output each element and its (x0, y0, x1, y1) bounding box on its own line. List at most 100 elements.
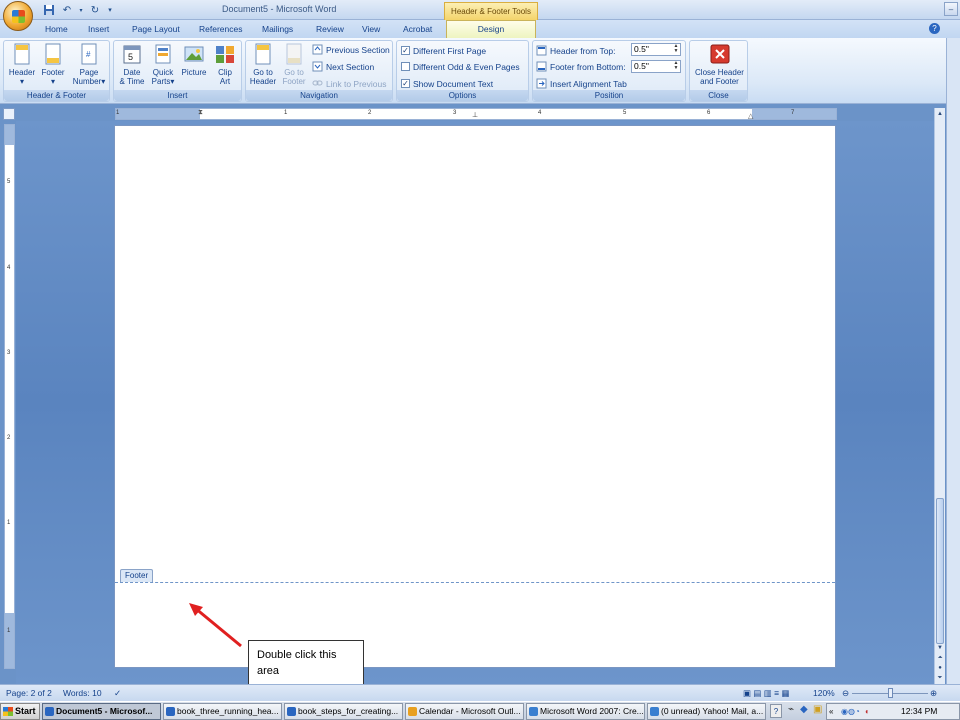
clock[interactable]: 12:34 PM (901, 704, 937, 719)
zoom-out-icon[interactable]: ⊖ (842, 688, 849, 699)
picture-icon (184, 46, 204, 62)
browse-object-icon[interactable]: ● (936, 664, 944, 673)
browser-icon (529, 707, 538, 716)
document-page[interactable]: Footer (114, 125, 836, 668)
quick-parts-button[interactable]: Quick Parts▾ (147, 43, 179, 86)
taskbar-item-document5[interactable]: Document5 - Microsof... (42, 703, 161, 720)
vertical-scrollbar[interactable]: ▲ ▼ ⏶ ● ⏷ (934, 108, 945, 684)
zoom-in-icon[interactable]: ⊕ (930, 688, 937, 699)
group-insert: 5 Date & Time Quick Parts▾ Picture Clip Art… (113, 40, 242, 102)
tab-stop-icon[interactable]: ⊥ (472, 111, 478, 119)
close-header-footer-button[interactable]: Close Header and Footer (692, 43, 747, 86)
system-tray: « ◉◍◔ ◐ 12:34 PM (826, 703, 960, 720)
header-from-top-label: Header from Top: (536, 44, 616, 57)
tab-references[interactable]: References (197, 23, 244, 35)
redo-icon[interactable]: ↻ (88, 3, 102, 17)
ruler-number: 2 (368, 110, 372, 116)
tab-design[interactable]: Design (446, 20, 536, 38)
taskbar-item-calendar[interactable]: Calendar - Microsoft Outl... (405, 703, 524, 720)
different-odd-even-checkbox[interactable]: Different Odd & Even Pages (401, 60, 520, 73)
tab-selector[interactable] (3, 108, 15, 120)
previous-section-button[interactable]: Previous Section (312, 43, 390, 56)
different-first-page-checkbox[interactable]: ✓ Different First Page (401, 44, 486, 57)
go-to-header-button[interactable]: Go to Header (247, 43, 279, 86)
footer-from-bottom-label: Footer from Bottom: (536, 60, 626, 73)
scroll-down-icon[interactable]: ▼ (936, 644, 944, 653)
ruler-number: 5 (623, 110, 627, 116)
tray-icons[interactable]: ◉◍◔ (841, 704, 860, 719)
windows-logo-icon (3, 707, 13, 716)
ruler-number: 2 (7, 435, 11, 441)
tab-page-layout[interactable]: Page Layout (130, 23, 182, 35)
callout-arrow-icon (189, 603, 242, 648)
shield-icon[interactable]: ◆ (800, 704, 808, 715)
office-button[interactable] (3, 1, 33, 31)
taskbar-help-button[interactable]: ? (770, 704, 782, 718)
tab-home[interactable]: Home (43, 23, 70, 35)
header-button[interactable]: Header ▾ (6, 43, 38, 86)
tab-review[interactable]: Review (314, 23, 346, 35)
header-icon (14, 43, 30, 65)
clip-art-button[interactable]: Clip Art (209, 43, 241, 86)
insert-alignment-tab-button[interactable]: Insert Alignment Tab (536, 77, 627, 90)
word-count[interactable]: Words: 10 (63, 688, 102, 698)
customize-qat-icon[interactable]: ▾ (106, 3, 114, 17)
save-icon[interactable] (42, 3, 56, 17)
undo-dropdown-icon[interactable]: ▾ (78, 3, 84, 17)
zoom-level[interactable]: 120% (813, 688, 835, 698)
alert-icon[interactable]: ◐ (865, 704, 870, 719)
lock-icon[interactable]: ▣ (813, 704, 822, 715)
scroll-up-icon[interactable]: ▲ (936, 110, 944, 119)
horizontal-ruler[interactable]: 1 1 2 3 4 5 6 7 ⧗ ⊥ △ (115, 108, 837, 120)
expand-tray-icon[interactable]: « (829, 704, 833, 719)
show-document-text-checkbox[interactable]: ✓ Show Document Text (401, 77, 493, 90)
indent-marker-icon[interactable]: ⧗ (198, 109, 203, 117)
spinner-arrows-icon[interactable]: ▲ ▼ (672, 61, 680, 72)
undo-icon[interactable]: ↶ (60, 3, 74, 17)
next-page-icon[interactable]: ⏷ (936, 674, 944, 683)
taskbar-item-book-steps[interactable]: book_steps_for_creating... (284, 703, 403, 720)
zoom-slider-thumb[interactable] (888, 688, 893, 698)
tab-acrobat[interactable]: Acrobat (401, 23, 434, 35)
taskbar-item-yahoo-mail[interactable]: (0 unread) Yahoo! Mail, a... (647, 703, 766, 720)
network-icon[interactable]: ⌁ (788, 704, 794, 715)
page-number-button[interactable]: # Page Number▾ (70, 43, 108, 86)
view-buttons[interactable]: ▣ ▤ ▥ ≡ ▦ (743, 688, 790, 699)
header-from-top-input[interactable]: 0.5" ▲ ▼ (631, 43, 681, 56)
tab-view[interactable]: View (360, 23, 382, 35)
ruler-number: 4 (538, 110, 542, 116)
go-to-footer-button[interactable]: Go to Footer (278, 43, 310, 86)
dropdown-arrow-icon: ▾ (170, 77, 175, 86)
context-tools-label: Header & Footer Tools (444, 2, 538, 20)
date-time-button[interactable]: 5 Date & Time (116, 43, 148, 86)
previous-section-icon (312, 44, 323, 55)
proofing-icon[interactable]: ✓ (114, 688, 121, 699)
previous-page-icon[interactable]: ⏶ (936, 654, 944, 663)
group-options: ✓ Different First Page Different Odd & E… (396, 40, 529, 102)
minimize-icon[interactable]: – (944, 2, 958, 16)
window-title: Document5 - Microsoft Word (222, 4, 337, 14)
dropdown-arrow-icon: ▾ (101, 77, 106, 86)
vertical-ruler[interactable]: 5 4 3 2 1 1 (4, 124, 15, 669)
start-button[interactable]: Start (0, 703, 40, 720)
word-icon (45, 707, 54, 716)
side-pane-edge (946, 38, 960, 684)
picture-button[interactable]: Picture (178, 43, 210, 77)
footer-button[interactable]: Footer ▾ (37, 43, 69, 86)
tab-mailings[interactable]: Mailings (260, 23, 295, 35)
taskbar-item-book-three[interactable]: book_three_running_hea... (163, 703, 282, 720)
footer-from-bottom-input[interactable]: 0.5" ▲ ▼ (631, 60, 681, 73)
right-indent-icon[interactable]: △ (748, 112, 753, 120)
callout-box: Double click this area (248, 640, 364, 688)
quick-access-toolbar: ↶ ▾ ↻ ▾ (36, 2, 114, 18)
scroll-thumb[interactable] (936, 498, 944, 644)
help-icon[interactable]: ? (929, 23, 940, 34)
group-position: Header from Top: 0.5" ▲ ▼ Footer from Bot… (532, 40, 686, 102)
link-to-previous-button[interactable]: Link to Previous (312, 77, 386, 90)
taskbar-item-word-2007[interactable]: Microsoft Word 2007: Cre... (526, 703, 645, 720)
link-icon (312, 80, 323, 86)
next-section-button[interactable]: Next Section (312, 60, 374, 73)
spinner-arrows-icon[interactable]: ▲ ▼ (672, 44, 680, 55)
tab-insert[interactable]: Insert (86, 23, 111, 35)
page-count[interactable]: Page: 2 of 2 (6, 688, 52, 698)
